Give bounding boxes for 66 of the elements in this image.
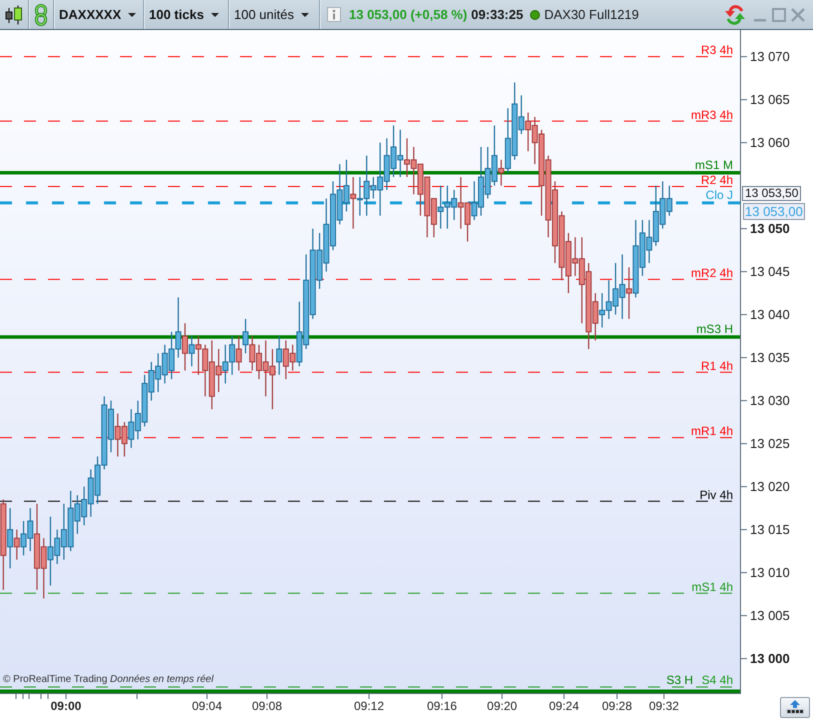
level-label: R3 4h xyxy=(700,45,733,56)
level-label: R1 4h xyxy=(700,360,733,372)
chain-link-icon[interactable] xyxy=(35,4,47,26)
axis-label: 13 020 xyxy=(750,478,790,495)
axis-label: 13 005 xyxy=(750,608,790,624)
candlestick xyxy=(498,159,504,186)
axis-label: 13 035 xyxy=(750,350,790,366)
instrument-dropdown[interactable]: DAXXXXX xyxy=(54,0,143,29)
candlestick xyxy=(350,176,356,230)
candlestick xyxy=(626,266,632,320)
time-label: 09:20 xyxy=(487,699,518,714)
time-label: 09:12 xyxy=(354,699,384,714)
axis-label: 13 015 xyxy=(750,522,790,538)
axis-label: 13 040 xyxy=(750,306,790,323)
time-label: 09:08 xyxy=(252,699,282,714)
time-label: 09:32 xyxy=(648,699,679,714)
arrow-up-icon xyxy=(785,700,805,714)
axis-label: 13 010 xyxy=(750,564,790,581)
close-icon[interactable] xyxy=(791,8,805,22)
level-label: mS1 M xyxy=(694,160,733,171)
level-label: mR1 4h xyxy=(690,426,733,438)
candlestick xyxy=(242,318,249,354)
candlestick-icon[interactable] xyxy=(4,4,24,24)
time-label: 09:24 xyxy=(548,699,580,714)
candlestick xyxy=(182,322,188,372)
feed-label: DAX30 Full1219 xyxy=(544,7,639,22)
axis-label: 13 070 xyxy=(750,48,790,65)
level-label: mS3 H xyxy=(696,324,733,336)
candlestick xyxy=(188,336,195,367)
level-label: Clo J xyxy=(706,190,733,202)
axis-label: 13 030 xyxy=(750,392,790,409)
clock-text: 09:33:25 xyxy=(471,7,524,22)
candlestick xyxy=(14,529,20,560)
caret-icon xyxy=(128,12,136,16)
scroll-button[interactable] xyxy=(780,696,810,718)
price-change-text: 13 053,00 (+0,58 %) xyxy=(349,7,468,22)
refresh-icon[interactable] xyxy=(723,4,747,26)
candlestick xyxy=(276,336,282,376)
level-label: mR3 4h xyxy=(690,110,733,121)
time-label: 09:16 xyxy=(426,699,457,714)
interval-dropdown[interactable]: 100 ticks xyxy=(144,0,228,29)
level-label: mS1 4h xyxy=(692,582,733,593)
candlestick xyxy=(236,336,242,372)
level-label: S4 4h xyxy=(702,675,733,686)
time-label: 09:28 xyxy=(602,699,632,714)
price-tag: 13 053,50 xyxy=(742,186,802,201)
level-label: Piv 4h xyxy=(700,490,733,501)
axis-label: 13 000 xyxy=(750,650,790,667)
candlestick xyxy=(7,508,14,569)
caret-icon xyxy=(210,12,219,16)
info-icon[interactable] xyxy=(327,7,341,22)
level-label: R2 4h xyxy=(700,175,733,186)
axis-label: 13 025 xyxy=(750,436,790,452)
time-label: 09:00 xyxy=(50,699,82,714)
axis-label: 13 050 xyxy=(750,220,790,237)
axis-label: 13 060 xyxy=(750,134,790,151)
price-tag: 13 053,00 xyxy=(743,203,805,220)
maximize-icon[interactable] xyxy=(772,8,786,22)
axis-label: 13 065 xyxy=(750,92,790,108)
level-label: mR2 4h xyxy=(690,268,733,279)
copyright-notice: © ProRealTime Trading Données en temps réel xyxy=(3,674,214,685)
level-label: S3 H xyxy=(666,675,693,686)
caret-icon xyxy=(301,12,309,16)
axis-label: 13 045 xyxy=(750,264,790,280)
units-dropdown[interactable]: 100 unités xyxy=(229,0,319,29)
time-label: 09:04 xyxy=(192,699,222,714)
